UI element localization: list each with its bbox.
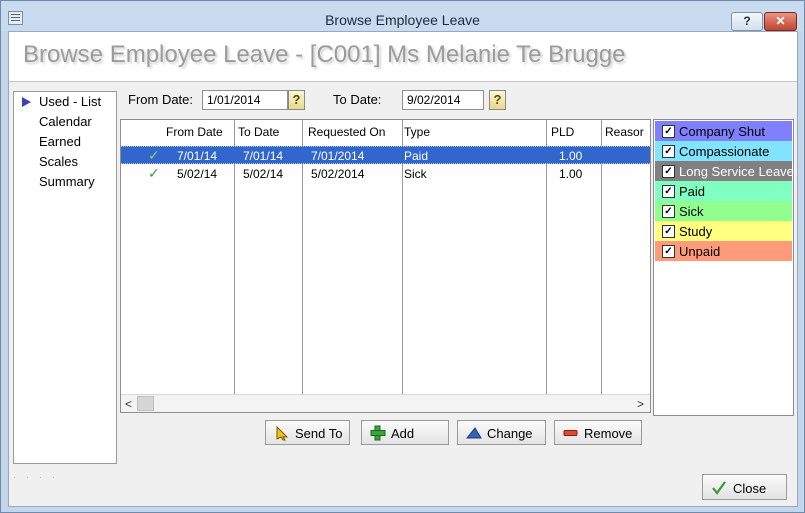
leave-type-long-service-leave[interactable]: ✓ Long Service Leave <box>655 161 794 181</box>
checkbox-checked-icon[interactable]: ✓ <box>662 165 675 178</box>
table-row[interactable]: ✓ 7/01/14 7/01/14 7/01/2014 Paid 1.00 <box>121 146 650 164</box>
nav-item-calendar[interactable]: Calendar <box>39 114 92 129</box>
leave-type-compassionate[interactable]: ✓ Compassionate <box>655 141 792 161</box>
add-button[interactable]: Add <box>361 420 449 445</box>
scroll-right-icon[interactable]: > <box>637 397 644 411</box>
selected-arrow-icon <box>22 97 31 107</box>
remove-button[interactable]: Remove <box>554 420 642 445</box>
scroll-left-icon[interactable]: < <box>125 397 132 411</box>
change-button[interactable]: Change <box>457 420 546 445</box>
cell-from-date: 7/01/14 <box>177 149 218 163</box>
send-arrow-icon <box>276 425 289 441</box>
send-to-button[interactable]: Send To <box>265 420 350 445</box>
triangle-icon <box>466 427 482 439</box>
nav-item-earned[interactable]: Earned <box>39 134 81 149</box>
check-icon: ✓ <box>148 165 160 181</box>
column-header-reason[interactable]: Reasor <box>605 125 644 139</box>
cell-requested-on: 7/01/2014 <box>311 149 365 163</box>
from-date-label: From Date: <box>128 92 194 107</box>
browse-employee-leave-window: Browse Employee Leave ? ✕ Browse Employe… <box>0 0 805 513</box>
cell-pld: 1.00 <box>559 167 583 181</box>
checkbox-checked-icon[interactable]: ✓ <box>662 225 675 238</box>
cell-requested-on: 5/02/2014 <box>311 167 365 181</box>
cell-type: Paid <box>404 149 429 163</box>
cell-pld: 1.00 <box>559 149 583 163</box>
leave-type-study[interactable]: ✓ Study <box>655 221 792 241</box>
window-close-button[interactable]: ✕ <box>764 12 797 31</box>
checkbox-checked-icon[interactable]: ✓ <box>662 185 675 198</box>
table-row[interactable]: ✓ 5/02/14 5/02/14 5/02/2014 Sick 1.00 <box>121 165 650 183</box>
leave-type-filter-list: ✓ Company Shut ✓ Compassionate ✓ Long Se… <box>653 119 794 416</box>
from-date-lookup-button[interactable]: ? <box>288 90 305 110</box>
page-title: Browse Employee Leave - [C001] Ms Melani… <box>23 41 626 68</box>
column-header-pld[interactable]: PLD <box>551 125 574 139</box>
leave-type-unpaid[interactable]: ✓ Unpaid <box>655 241 792 261</box>
column-header-from-date[interactable]: From Date <box>166 125 223 139</box>
check-icon: ✓ <box>148 147 160 163</box>
minus-icon <box>563 430 578 436</box>
scroll-thumb[interactable] <box>137 396 154 411</box>
horizontal-scrollbar[interactable]: < > <box>121 394 650 412</box>
view-nav-list: Used - List Calendar Earned Scales Summa… <box>13 91 117 464</box>
checkbox-checked-icon[interactable]: ✓ <box>662 205 675 218</box>
leave-type-sick[interactable]: ✓ Sick <box>655 201 792 221</box>
from-date-input[interactable] <box>202 90 288 110</box>
nav-item-scales[interactable]: Scales <box>39 154 78 169</box>
checkbox-checked-icon[interactable]: ✓ <box>662 125 675 138</box>
nav-item-summary[interactable]: Summary <box>39 174 95 189</box>
window-title: Browse Employee Leave <box>325 12 480 28</box>
client-area: Browse Employee Leave - [C001] Ms Melani… <box>8 31 798 507</box>
to-date-label: To Date: <box>333 92 382 107</box>
to-date-lookup-button[interactable]: ? <box>489 90 506 110</box>
title-bar[interactable]: Browse Employee Leave ? ✕ <box>1 1 804 31</box>
grip-dots: ···· <box>13 472 65 482</box>
checkbox-checked-icon[interactable]: ✓ <box>662 145 675 158</box>
check-icon <box>712 481 726 495</box>
cell-from-date: 5/02/14 <box>177 167 218 181</box>
help-button[interactable]: ? <box>731 12 763 31</box>
column-header-to-date[interactable]: To Date <box>238 125 279 139</box>
to-date-input[interactable] <box>402 90 484 110</box>
leave-type-paid[interactable]: ✓ Paid <box>655 181 792 201</box>
leave-grid: From Date To Date Requested On Type PLD … <box>120 119 651 413</box>
nav-item-used-list[interactable]: Used - List <box>39 94 101 109</box>
column-header-requested-on[interactable]: Requested On <box>308 125 385 139</box>
leave-type-company-shut[interactable]: ✓ Company Shut <box>655 121 792 141</box>
column-header-type[interactable]: Type <box>404 125 430 139</box>
cell-to-date: 7/01/14 <box>243 149 284 163</box>
header-panel: Browse Employee Leave - [C001] Ms Melani… <box>9 32 797 82</box>
close-button[interactable]: Close <box>702 474 787 500</box>
plus-icon <box>370 425 386 441</box>
cell-to-date: 5/02/14 <box>243 167 284 181</box>
checkbox-checked-icon[interactable]: ✓ <box>662 245 675 258</box>
cell-type: Sick <box>404 167 427 181</box>
